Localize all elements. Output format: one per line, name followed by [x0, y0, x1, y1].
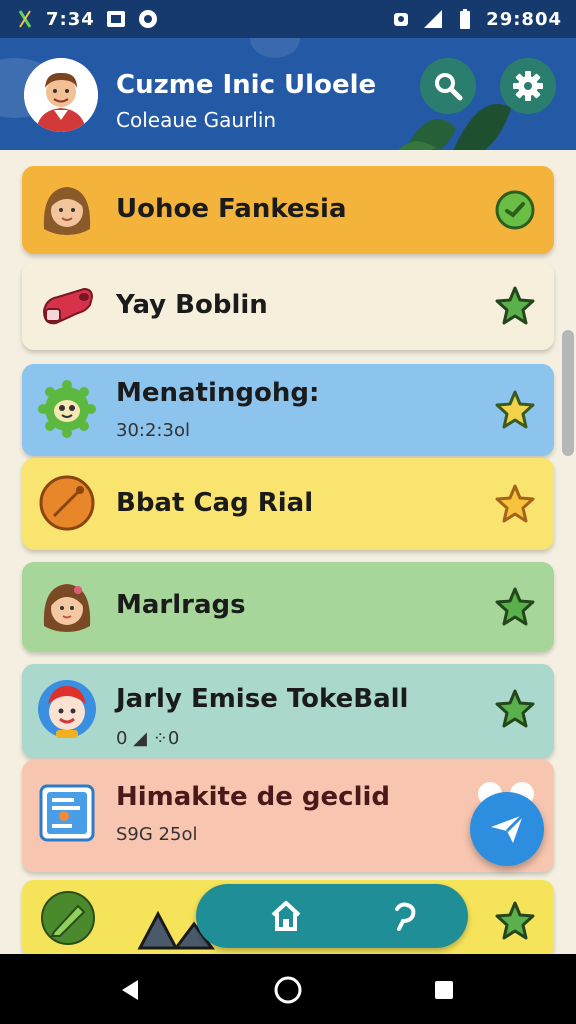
star-icon[interactable]	[494, 389, 536, 431]
list-item[interactable]: Uohoe Fankesia	[22, 166, 554, 254]
avatar[interactable]	[24, 58, 98, 132]
star-icon[interactable]	[494, 586, 536, 628]
list-item[interactable]: Jarly Emise TokeBall 0 ◢ ⁘0	[22, 664, 554, 758]
item-title: Marlrags	[116, 590, 246, 620]
item-subtitle: 30:2:3ol	[116, 420, 190, 441]
item-title: Yay Boblin	[116, 290, 268, 320]
star-outline-icon[interactable]	[494, 483, 536, 525]
item-title: Bbat Cag Rial	[116, 488, 314, 518]
header-subtitle: Coleaue Gaurlin	[116, 108, 277, 132]
item-title: Uohoe Fankesia	[116, 194, 347, 224]
scrollbar[interactable]	[562, 330, 574, 456]
status-bar: 7:34 29:804	[0, 0, 576, 38]
item-title: Himakite de geclid	[116, 782, 391, 812]
header-title: Cuzme Inic Uloele	[116, 70, 377, 100]
search-button[interactable]	[420, 58, 476, 114]
green-monster-icon	[38, 380, 96, 438]
refresh-button[interactable]	[382, 894, 426, 938]
shield-icon	[137, 8, 159, 30]
send-fab-button[interactable]	[470, 792, 544, 866]
bottom-toolbar	[196, 884, 468, 948]
recents-icon	[435, 981, 453, 999]
send-icon	[491, 813, 525, 843]
star-icon[interactable]	[494, 900, 536, 942]
header-cloud-decoration	[250, 38, 300, 58]
star-icon[interactable]	[494, 285, 536, 327]
status-time: 7:34	[46, 8, 95, 30]
home-button[interactable]	[264, 894, 308, 938]
search-icon	[435, 73, 463, 101]
list-item[interactable]: Yay Boblin	[22, 262, 554, 350]
orange-ball-icon	[39, 475, 95, 531]
item-subtitle: 0 ◢ ⁘0	[116, 728, 180, 749]
recents-button[interactable]	[426, 972, 462, 1008]
item-title: Menatingohg:	[116, 378, 320, 408]
system-nav-bar	[0, 954, 576, 1024]
list-item[interactable]: Bbat Cag Rial	[22, 458, 554, 550]
refresh-icon	[395, 902, 416, 931]
clown-avatar-icon	[38, 680, 96, 738]
document-icon	[39, 784, 95, 842]
status-time-right: 29:804	[486, 8, 562, 30]
battery-icon	[454, 8, 476, 30]
home-nav-button[interactable]	[270, 972, 306, 1008]
star-icon[interactable]	[494, 688, 536, 730]
home-icon	[271, 901, 301, 931]
back-icon	[122, 980, 138, 1000]
app-header: Cuzme Inic Uloele Coleaue Gaurlin	[0, 38, 576, 150]
gallery-icon	[105, 8, 127, 30]
gear-icon	[513, 71, 543, 101]
back-button[interactable]	[112, 972, 148, 1008]
home-circle-icon	[274, 976, 302, 1004]
sock-icon	[42, 287, 94, 325]
girl-avatar-icon	[43, 187, 91, 235]
list-item[interactable]: Menatingohg: 30:2:3ol	[22, 364, 554, 456]
signal-icon	[422, 8, 444, 30]
notification-icon	[14, 8, 36, 30]
check-circle-icon[interactable]	[494, 189, 536, 231]
settings-button[interactable]	[500, 58, 556, 114]
pencil-icon	[41, 891, 95, 945]
list-item[interactable]: Marlrags	[22, 562, 554, 652]
item-subtitle: S9G 25ol	[116, 824, 198, 845]
alarm-icon	[390, 8, 412, 30]
item-title: Jarly Emise TokeBall	[116, 684, 409, 714]
woman-avatar-icon	[43, 584, 91, 632]
